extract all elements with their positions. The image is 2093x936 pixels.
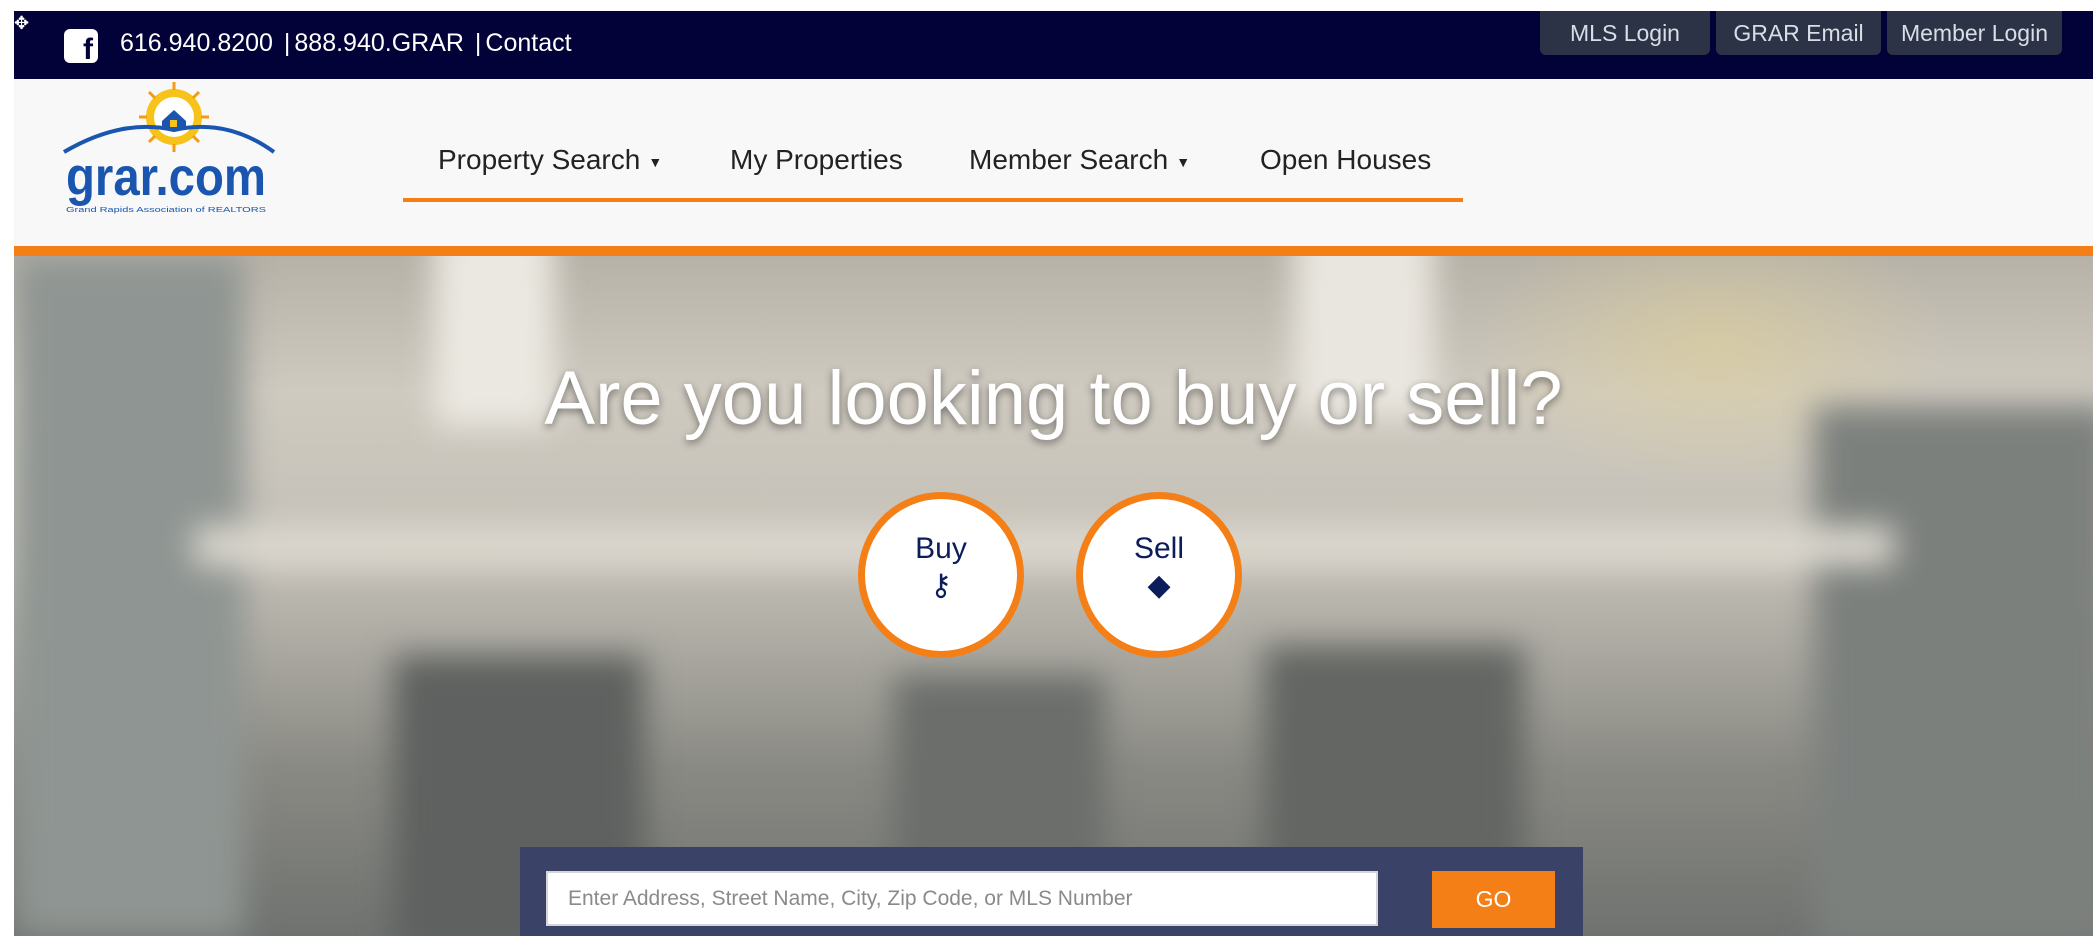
background-blur (194, 526, 1894, 566)
contact-line: 616.940.8200 | 888.940.GRAR | Contact (120, 26, 572, 60)
hero-title: Are you looking to buy or sell? (544, 356, 1563, 441)
mls-login-button[interactable]: MLS Login (1540, 11, 1710, 55)
facebook-icon[interactable]: f (64, 29, 98, 65)
caret-down-icon: ▼ (1176, 153, 1191, 170)
separator: | (474, 29, 482, 57)
nav-item-label: Member Search (969, 144, 1169, 175)
background-blur (1814, 406, 2093, 936)
hero-section: Are you looking to buy or sell? (14, 256, 2093, 936)
sell-label: Sell (1133, 532, 1185, 565)
nav-open-houses[interactable]: Open Houses (1260, 142, 1431, 178)
buy-button[interactable]: Buy ⚷ (858, 492, 1024, 658)
grar-logo[interactable]: grar.com Grand Rapids Association of REA… (62, 80, 276, 220)
caret-down-icon: ▼ (648, 153, 663, 170)
nav-member-search[interactable]: Member Search ▼ (969, 142, 1190, 180)
logo-tagline: Grand Rapids Association of REALTORS (66, 207, 267, 214)
member-login-button[interactable]: Member Login (1887, 11, 2062, 55)
buy-label: Buy (915, 532, 967, 565)
sell-button[interactable]: Sell ◆ (1076, 492, 1242, 658)
header-divider (14, 246, 2093, 256)
main-nav: Property Search ▼ My Properties Member Se… (403, 128, 1463, 202)
tag-icon: ◆ (1147, 568, 1171, 603)
nav-property-search[interactable]: Property Search ▼ (438, 142, 662, 180)
grar-email-button[interactable]: GRAR Email (1716, 11, 1881, 55)
go-button[interactable]: GO (1432, 871, 1555, 928)
logo-wordmark: grar.com (66, 147, 266, 207)
property-search-input[interactable] (546, 871, 1378, 926)
separator: | (283, 29, 291, 57)
sun-icon (139, 82, 209, 152)
nav-my-properties[interactable]: My Properties (730, 142, 903, 178)
key-icon: ⚷ (930, 568, 952, 603)
phone-tollfree-link[interactable]: 888.940.GRAR (294, 29, 464, 57)
phone-local-link[interactable]: 616.940.8200 (120, 29, 273, 57)
nav-item-label: Property Search (438, 144, 641, 175)
contact-link[interactable]: Contact (485, 29, 571, 57)
mouse-cursor-icon: ✥ (14, 13, 30, 34)
